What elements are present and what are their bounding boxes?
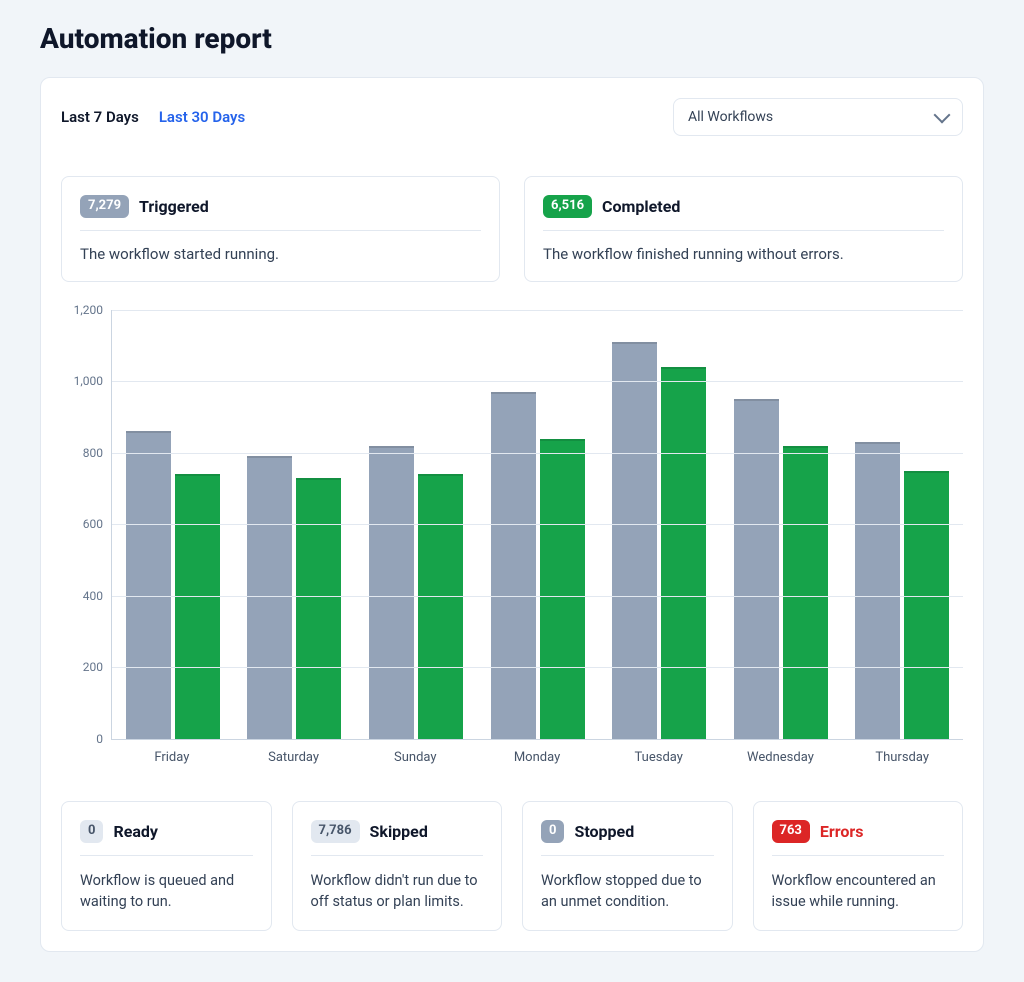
automation-bar-chart: 02004006008001,0001,200: [61, 310, 963, 740]
chart-bar: [661, 367, 706, 739]
chart-gridline: [112, 381, 963, 382]
chart-y-tick-label: 400: [83, 589, 103, 603]
status-badge: 0: [80, 820, 103, 843]
status-badge: 7,786: [311, 820, 360, 843]
summary-title: Completed: [602, 197, 680, 216]
summary-desc: The workflow finished running without er…: [543, 231, 944, 263]
chart-bar: [175, 474, 220, 739]
status-title: Stopped: [574, 822, 634, 841]
chart-bar: [612, 342, 657, 739]
status-title: Ready: [113, 822, 158, 841]
status-card-stopped: 0 Stopped Workflow stopped due to an unmet…: [522, 801, 733, 931]
chart-bar: [540, 439, 585, 739]
summary-badge: 7,279: [80, 195, 129, 218]
chart-gridline: [112, 310, 963, 311]
workflow-filter-value: All Workflows: [688, 109, 773, 125]
chart-y-tick-label: 800: [83, 446, 103, 460]
summary-title: Triggered: [139, 197, 209, 216]
chart-y-tick-label: 1,000: [74, 374, 103, 388]
page-title: Automation report: [40, 22, 984, 55]
status-card-skipped: 7,786 Skipped Workflow didn't run due to o…: [292, 801, 503, 931]
workflow-filter-select[interactable]: All Workflows: [673, 98, 963, 136]
status-desc: Workflow didn't run due to off status or…: [311, 856, 484, 912]
chart-x-tick-label: Wednesday: [720, 740, 842, 765]
chart-x-tick-label: Sunday: [354, 740, 476, 765]
chart-bar: [783, 446, 828, 739]
chevron-down-icon: [934, 107, 951, 124]
status-card-errors: 763 Errors Workflow encountered an issue w…: [753, 801, 964, 931]
chart-bar: [126, 431, 171, 738]
status-card-ready: 0 Ready Workflow is queued and waiting to …: [61, 801, 272, 931]
chart-bar: [855, 442, 900, 739]
summary-card-triggered: 7,279 Triggered The workflow started runni…: [61, 176, 500, 282]
chart-x-tick-label: Thursday: [841, 740, 963, 765]
status-badge: 763: [772, 820, 810, 843]
report-panel: Last 7 Days Last 30 Days All Workflows 7…: [40, 77, 984, 952]
status-desc: Workflow stopped due to an unmet conditi…: [541, 856, 714, 912]
chart-bar: [491, 392, 536, 739]
chart-bar: [296, 478, 341, 739]
chart-bar: [904, 471, 949, 739]
chart-gridline: [112, 524, 963, 525]
chart-bar: [418, 474, 463, 739]
chart-gridline: [112, 453, 963, 454]
chart-y-tick-label: 0: [96, 732, 103, 746]
status-badge: 0: [541, 820, 564, 843]
chart-bar: [247, 456, 292, 738]
chart-y-tick-label: 200: [83, 660, 103, 674]
chart-x-tick-label: Friday: [111, 740, 233, 765]
summary-badge: 6,516: [543, 195, 592, 218]
chart-x-tick-label: Tuesday: [598, 740, 720, 765]
summary-card-completed: 6,516 Completed The workflow finished runn…: [524, 176, 963, 282]
chart-x-tick-label: Saturday: [233, 740, 355, 765]
status-title: Errors: [820, 822, 864, 841]
status-desc: Workflow encountered an issue while runn…: [772, 856, 945, 912]
chart-bar: [734, 399, 779, 739]
summary-desc: The workflow started running.: [80, 231, 481, 263]
date-range-tabs: Last 7 Days Last 30 Days: [61, 108, 245, 126]
status-desc: Workflow is queued and waiting to run.: [80, 856, 253, 912]
chart-y-tick-label: 1,200: [74, 303, 103, 317]
chart-x-tick-label: Monday: [476, 740, 598, 765]
chart-gridline: [112, 667, 963, 668]
tab-last-30-days[interactable]: Last 30 Days: [159, 108, 245, 126]
chart-gridline: [112, 596, 963, 597]
tab-last-7-days[interactable]: Last 7 Days: [61, 108, 139, 126]
chart-y-tick-label: 600: [83, 517, 103, 531]
chart-bar: [369, 446, 414, 739]
status-title: Skipped: [370, 822, 428, 841]
